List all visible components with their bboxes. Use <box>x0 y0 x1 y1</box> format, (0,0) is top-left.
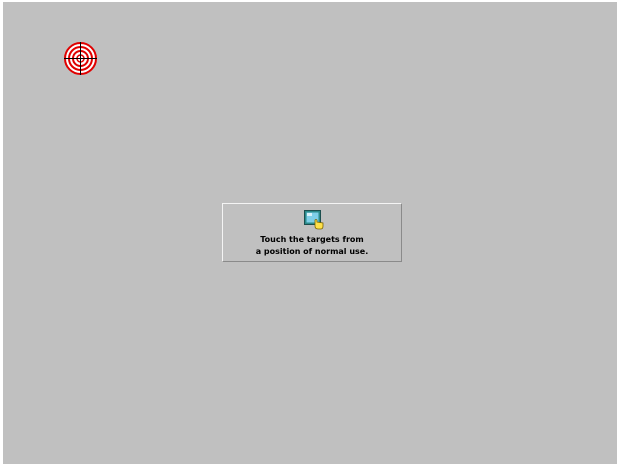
calibration-screen[interactable]: Touch the targets from a position of nor… <box>3 2 617 464</box>
instruction-line-1: Touch the targets from <box>260 235 364 244</box>
calibration-target[interactable] <box>64 42 97 75</box>
touch-screen-icon <box>304 210 324 230</box>
instruction-line-2: a position of normal use. <box>255 247 369 256</box>
instruction-panel: Touch the targets from a position of nor… <box>222 203 402 262</box>
crosshair-target-icon <box>64 42 97 75</box>
instruction-text: Touch the targets from a position of nor… <box>223 234 401 258</box>
